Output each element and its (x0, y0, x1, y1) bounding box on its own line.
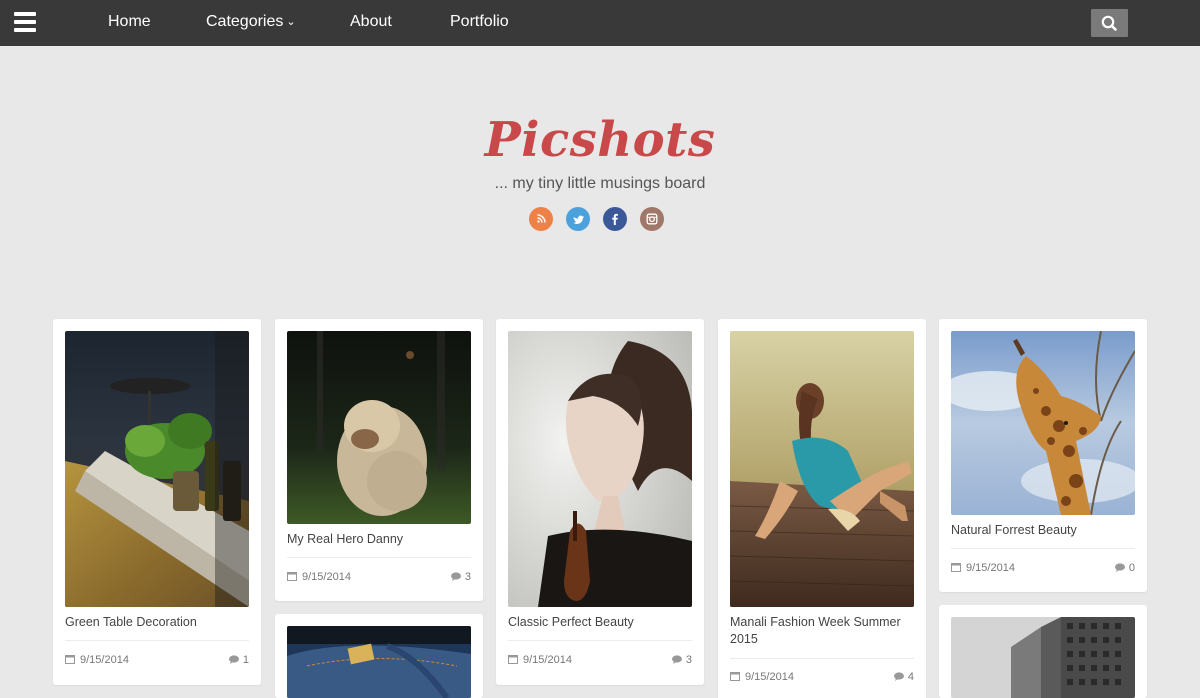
calendar-icon (65, 655, 75, 664)
post-date-text: 9/15/2014 (302, 571, 351, 583)
post-card (275, 614, 483, 698)
nav-portfolio-label: Portfolio (450, 13, 509, 30)
post-thumbnail[interactable] (951, 331, 1135, 515)
post-image (287, 331, 471, 524)
post-image (287, 626, 471, 698)
post-thumbnail[interactable] (287, 331, 471, 524)
site-tagline: ... my tiny little musings board (494, 175, 706, 192)
search-button[interactable] (1091, 9, 1128, 37)
post-card (939, 605, 1147, 698)
post-image (951, 617, 1135, 698)
post-card: My Real Hero Danny 9/15/2014 3 (275, 319, 483, 601)
post-comments[interactable]: 4 (893, 671, 914, 683)
post-card: Classic Perfect Beauty 9/15/2014 3 (496, 319, 704, 685)
post-comment-count: 1 (242, 654, 249, 666)
post-card: Natural Forrest Beauty 9/15/2014 0 (939, 319, 1147, 592)
post-comment-count: 4 (907, 671, 914, 683)
instagram-button[interactable] (640, 207, 664, 231)
chevron-down-icon: ⌄ (286, 16, 296, 28)
instagram-icon (646, 213, 658, 225)
hamburger-menu-icon[interactable] (14, 12, 36, 32)
post-thumbnail[interactable] (287, 626, 471, 698)
post-comments[interactable]: 3 (450, 571, 471, 583)
nav-categories[interactable]: Categories ⌄ (206, 13, 296, 31)
post-date-text: 9/15/2014 (745, 671, 794, 683)
nav-about[interactable]: About (350, 13, 392, 31)
post-thumbnail[interactable] (730, 331, 914, 607)
card-divider (951, 548, 1135, 549)
post-date: 9/15/2014 (65, 654, 129, 666)
post-comment-count: 3 (464, 571, 471, 583)
comment-icon (1114, 563, 1125, 572)
post-comment-count: 3 (685, 654, 692, 666)
post-card: Manali Fashion Week Summer 2015 9/15/201… (718, 319, 926, 698)
comment-icon (228, 655, 239, 664)
card-divider (508, 640, 692, 641)
post-title[interactable]: Natural Forrest Beauty (951, 522, 1135, 539)
facebook-button[interactable] (603, 207, 627, 231)
calendar-icon (951, 563, 961, 572)
nav-home-label: Home (108, 13, 151, 30)
comment-icon (450, 572, 461, 581)
rss-button[interactable] (529, 207, 553, 231)
nav-about-label: About (350, 13, 392, 30)
nav-portfolio[interactable]: Portfolio (450, 13, 509, 31)
post-date: 9/15/2014 (951, 562, 1015, 574)
nav-categories-label: Categories (206, 13, 284, 30)
post-image (951, 331, 1135, 515)
post-image (508, 331, 692, 607)
site-title[interactable]: Picshots (0, 112, 1200, 168)
post-card: Green Table Decoration 9/15/2014 1 (53, 319, 261, 685)
card-divider (287, 557, 471, 558)
post-date: 9/15/2014 (508, 654, 572, 666)
post-date-text: 9/15/2014 (80, 654, 129, 666)
post-date: 9/15/2014 (730, 671, 794, 683)
post-comments[interactable]: 3 (671, 654, 692, 666)
post-thumbnail[interactable] (65, 331, 249, 607)
post-title[interactable]: My Real Hero Danny (287, 531, 471, 548)
post-title[interactable]: Manali Fashion Week Summer 2015 (730, 614, 914, 648)
facebook-icon (612, 213, 618, 225)
twitter-icon (573, 215, 584, 224)
calendar-icon (508, 655, 518, 664)
calendar-icon (287, 572, 297, 581)
post-title[interactable]: Green Table Decoration (65, 614, 249, 631)
twitter-button[interactable] (566, 207, 590, 231)
post-date-text: 9/15/2014 (523, 654, 572, 666)
post-image (65, 331, 249, 607)
post-thumbnail[interactable] (508, 331, 692, 607)
post-image (730, 331, 914, 607)
post-title[interactable]: Classic Perfect Beauty (508, 614, 692, 631)
comment-icon (671, 655, 682, 664)
nav-home[interactable]: Home (108, 13, 151, 31)
post-date-text: 9/15/2014 (966, 562, 1015, 574)
post-thumbnail[interactable] (951, 617, 1135, 698)
rss-icon (537, 214, 546, 223)
post-comments[interactable]: 1 (228, 654, 249, 666)
post-date: 9/15/2014 (287, 571, 351, 583)
calendar-icon (730, 672, 740, 681)
post-comments[interactable]: 0 (1114, 562, 1135, 574)
search-icon (1101, 15, 1117, 31)
top-navigation-bar: Home Categories ⌄ About Portfolio (0, 0, 1200, 46)
comment-icon (893, 672, 904, 681)
card-divider (730, 658, 914, 659)
card-divider (65, 640, 249, 641)
post-comment-count: 0 (1128, 562, 1135, 574)
